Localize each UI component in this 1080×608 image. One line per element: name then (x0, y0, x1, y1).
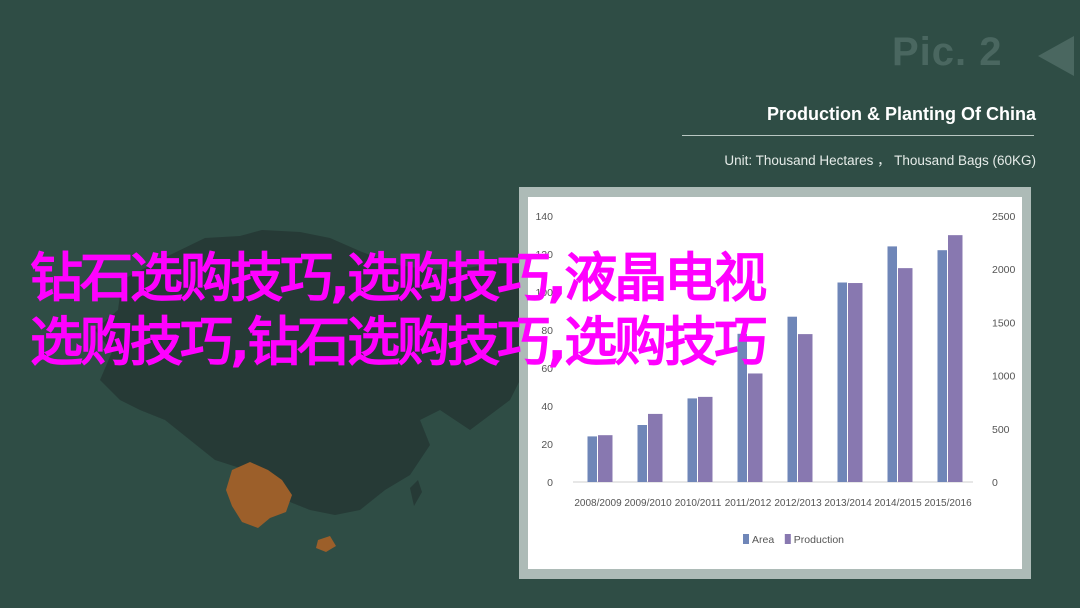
production-bar (698, 396, 713, 482)
y-right-tick-label: 2500 (992, 211, 1016, 223)
production-bar (598, 435, 613, 482)
chart-title: Production & Planting Of China (767, 104, 1036, 124)
x-tick-label: 2010/2011 (675, 498, 722, 509)
y-left-tick-label: 40 (541, 401, 553, 413)
back-arrow-icon[interactable] (1038, 36, 1074, 76)
chart-subtitle: Unit: Thousand Hectares ， Thousand Bags … (724, 153, 1036, 168)
x-tick-label: 2009/2010 (624, 498, 672, 509)
legend-label: Production (794, 534, 844, 546)
x-tick-label: 2014/2015 (874, 498, 922, 509)
y-right-tick-label: 500 (992, 424, 1010, 436)
legend-label: Area (752, 534, 774, 546)
title-divider (682, 135, 1034, 136)
y-left-tick-label: 140 (535, 211, 553, 223)
x-tick-label: 2015/2016 (924, 498, 972, 509)
map-taiwan (410, 480, 422, 506)
y-left-tick-label: 20 (541, 439, 553, 451)
area-bar (587, 436, 597, 482)
x-tick-label: 2011/2012 (725, 498, 772, 509)
overlay-line-1: 钻石选购技巧,选购技巧,液晶电视 (30, 248, 767, 309)
production-bar (748, 373, 763, 482)
chart-frame: 0 20 40 60 80 100 120 140 0 500 1000 1500 2000 2500 20… (519, 187, 1031, 579)
legend-swatch (784, 534, 791, 544)
legend-swatch (743, 534, 749, 544)
overlay-line-2: 选购技巧,钻石选购技巧,选购技巧 (30, 312, 767, 373)
x-tick-label: 2013/2014 (824, 498, 872, 509)
area-bar (687, 398, 697, 482)
y-right-tick-label: 0 (992, 477, 998, 489)
y-left-tick-label: 0 (547, 477, 553, 489)
slide-number-label: Pic. 2 (892, 30, 1003, 74)
x-tick-label: 2008/2009 (574, 498, 622, 509)
x-tick-label: 2012/2013 (774, 498, 822, 509)
production-bar (648, 413, 663, 482)
area-bar (637, 425, 647, 482)
map-hainan (316, 536, 336, 552)
watermark-overlay: 钻石选购技巧,选购技巧,液晶电视 选购技巧,钻石选购技巧,选购技巧 (30, 247, 1070, 375)
